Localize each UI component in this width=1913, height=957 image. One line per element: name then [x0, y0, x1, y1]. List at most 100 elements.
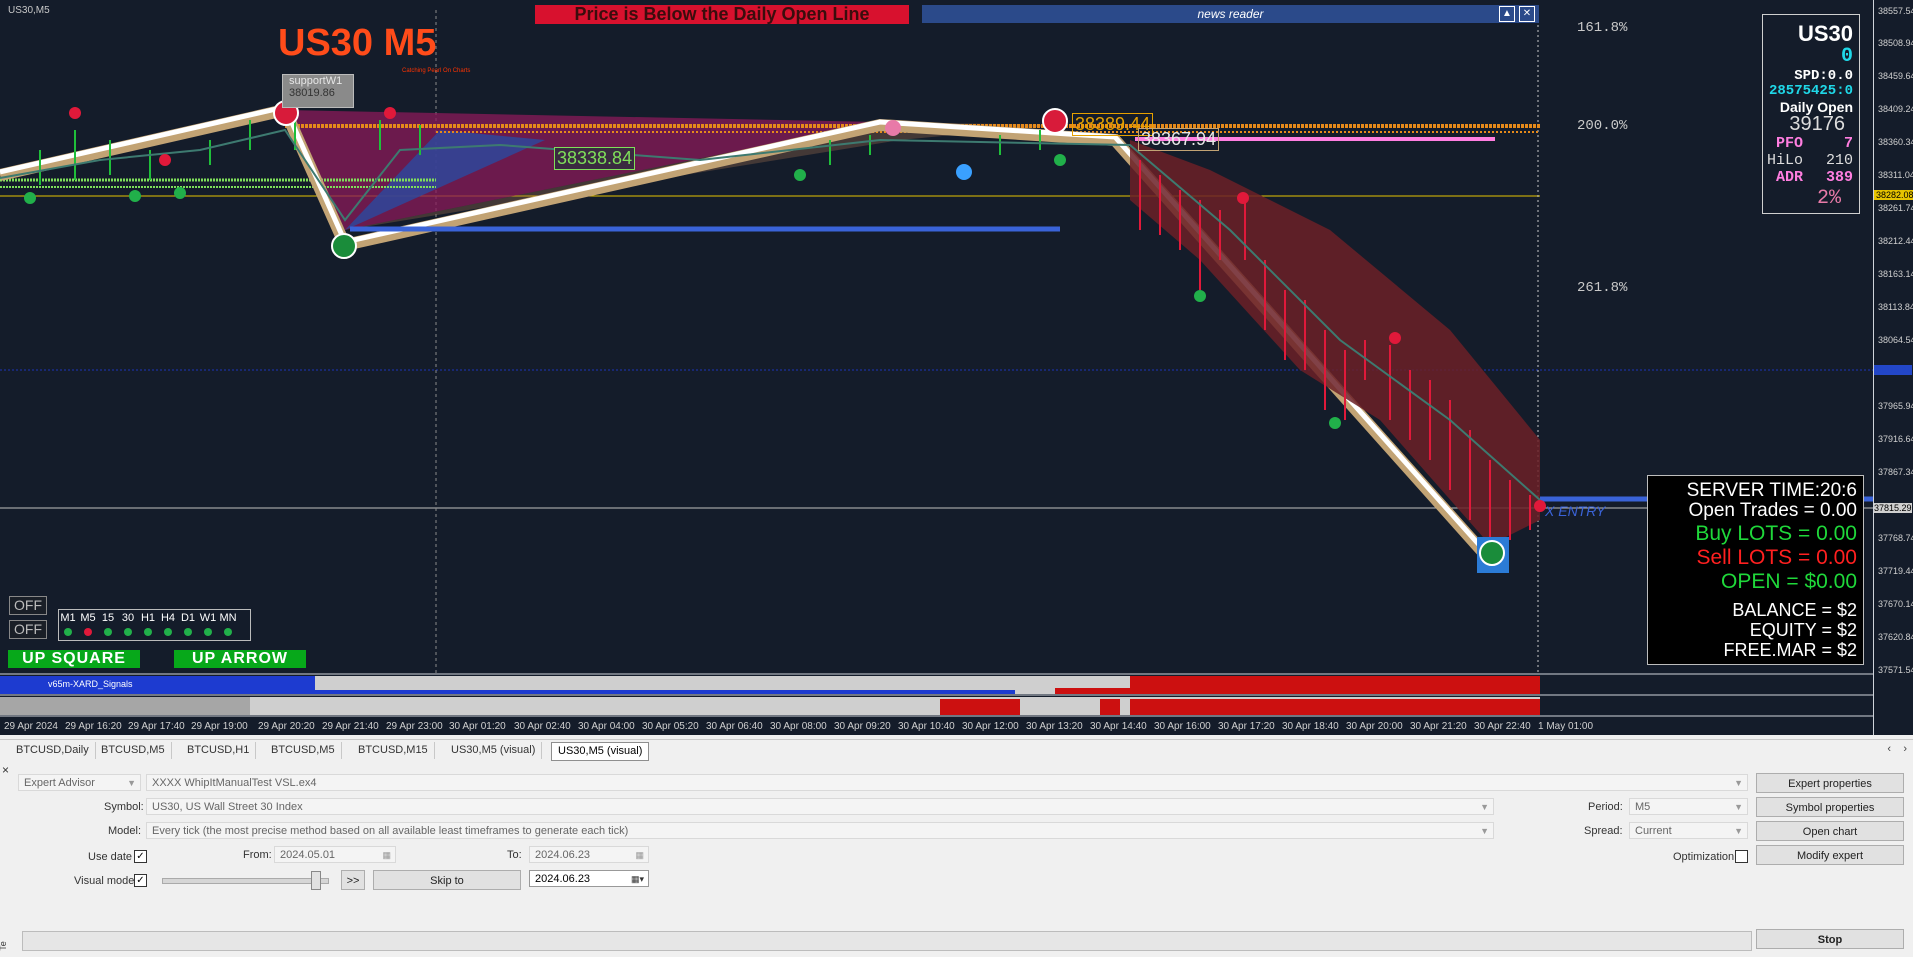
tab-scroll-right-icon[interactable]: ›	[1903, 743, 1907, 755]
symbol-properties-button[interactable]: Symbol properties	[1756, 797, 1904, 817]
chart-window[interactable]: US30,M5 US30 M5 Catching Pearl On Charts…	[0, 0, 1913, 735]
tf-w1[interactable]: W1	[198, 612, 218, 624]
tf-m5[interactable]: M5	[78, 612, 98, 624]
speed-slider-track[interactable]	[162, 878, 329, 884]
tab-us30-m5-visual-active[interactable]: US30,M5 (visual)	[551, 742, 650, 761]
chevron-down-icon: ▼	[1480, 802, 1489, 812]
tf-dot	[64, 628, 72, 636]
stop-button[interactable]: Stop	[1756, 929, 1904, 949]
from-date-input[interactable]: 2024.05.01 ▦	[274, 846, 396, 863]
y-tick: 38360.34	[1878, 137, 1913, 147]
to-date-value: 2024.06.23	[535, 849, 591, 861]
tf-h4[interactable]: H4	[158, 612, 178, 624]
up-arrow-button[interactable]: UP ARROW	[174, 650, 306, 668]
expert-select[interactable]: XXXX WhipItManualTest VSL.ex4 ▼	[146, 774, 1748, 791]
up-square-button[interactable]: UP SQUARE	[8, 650, 140, 668]
x-tick: 30 Apr 13:20	[1026, 721, 1083, 732]
price-axis: 38557.54 38508.94 38459.64 38409.24 3836…	[1873, 0, 1913, 735]
speed-slider-thumb[interactable]	[311, 871, 321, 890]
open-pl: OPEN = $0.00	[1721, 570, 1857, 593]
close-icon[interactable]: ✕	[1519, 6, 1535, 22]
from-label: From:	[243, 849, 272, 861]
buy-lots: Buy LOTS = 0.00	[1695, 522, 1857, 545]
x-tick: 29 Apr 23:00	[386, 721, 443, 732]
calendar-icon[interactable]: ▦	[382, 847, 391, 864]
skip-forward-button[interactable]: >>	[341, 870, 365, 890]
tf-d1[interactable]: D1	[178, 612, 198, 624]
tf-15[interactable]: 15	[98, 612, 118, 624]
x-tick: 29 Apr 20:20	[258, 721, 315, 732]
alert-banner: Price is Below the Daily Open Line	[535, 5, 909, 24]
y-tick: 37867.34	[1878, 467, 1913, 477]
news-reader-bar[interactable]: news reader ▲ ✕	[922, 5, 1539, 23]
calendar-icon[interactable]: ▦	[635, 847, 644, 864]
x-tick: 30 Apr 08:00	[770, 721, 827, 732]
y-tick: 38064.54	[1878, 335, 1913, 345]
price-chart[interactable]	[0, 0, 1873, 735]
tab-btcusd-h1[interactable]: BTCUSD,H1	[181, 742, 257, 759]
tab-us30-m5-visual[interactable]: US30,M5 (visual)	[445, 742, 543, 759]
tf-mn[interactable]: MN	[218, 612, 238, 624]
open-chart-button[interactable]: Open chart	[1756, 821, 1904, 841]
tester-close-icon[interactable]: ×	[2, 763, 9, 777]
tab-btcusd-m15[interactable]: BTCUSD,M15	[352, 742, 435, 759]
skip-date-input[interactable]: 2024.06.23 ▦▾	[529, 870, 649, 887]
visual-mode-checkbox[interactable]: ✓	[134, 874, 147, 887]
y-tick: 37620.84	[1878, 632, 1913, 642]
support-price: 38019.86	[289, 87, 335, 99]
spread-select[interactable]: Current ▼	[1629, 822, 1748, 839]
calendar-icon[interactable]: ▦▾	[631, 871, 644, 888]
x-tick: 1 May 01:00	[1538, 721, 1594, 732]
info-symbol: US30	[1797, 21, 1853, 46]
x-tick: 29 Apr 2024	[4, 721, 58, 732]
tab-scroll-left-icon[interactable]: ‹	[1887, 743, 1891, 755]
y-tick: 38163.14	[1878, 269, 1913, 279]
off-button-1[interactable]: OFF	[9, 596, 47, 615]
strategy-tester-panel: × Te Expert Advisor ▼ XXXX WhipItManualTe…	[0, 761, 1913, 957]
tf-30[interactable]: 30	[118, 612, 138, 624]
tab-btcusd-daily[interactable]: BTCUSD,Daily	[10, 742, 96, 759]
period-value: M5	[1635, 801, 1651, 813]
symbol-label: Symbol:	[104, 801, 144, 813]
collapse-icon[interactable]: ▲	[1499, 6, 1515, 22]
indicator-name: v65m-XARD_Signals	[48, 679, 133, 689]
use-date-label: Use date	[88, 851, 133, 863]
sell-lots: Sell LOTS = 0.00	[1696, 546, 1857, 569]
expert-properties-button[interactable]: Expert properties	[1756, 773, 1904, 793]
tf-dot	[204, 628, 212, 636]
timeframe-panel: M1 M5 15 30 H1 H4 D1 W1 MN	[58, 609, 251, 641]
x-tick: 30 Apr 04:00	[578, 721, 635, 732]
period-label: Period:	[1588, 801, 1623, 813]
y-tick-highlight: 38282.08	[1874, 190, 1913, 200]
tf-h1[interactable]: H1	[138, 612, 158, 624]
to-date-input[interactable]: 2024.06.23 ▦	[529, 846, 649, 863]
y-tick: 37768.74	[1878, 533, 1913, 543]
use-date-checkbox[interactable]: ✓	[134, 850, 147, 863]
tf-m1[interactable]: M1	[58, 612, 78, 624]
x-tick: 30 Apr 21:20	[1410, 721, 1467, 732]
info-hilo-label: HiLo	[1766, 152, 1803, 169]
to-label: To:	[507, 849, 522, 861]
x-tick: 30 Apr 02:40	[514, 721, 571, 732]
x-tick: 30 Apr 16:00	[1154, 721, 1211, 732]
modify-expert-button[interactable]: Modify expert	[1756, 845, 1904, 865]
info-pfo-label: PFO	[1775, 135, 1803, 152]
tab-btcusd-m5-2[interactable]: BTCUSD,M5	[265, 742, 342, 759]
x-tick: 29 Apr 19:00	[191, 721, 248, 732]
skip-to-button[interactable]: Skip to	[373, 870, 521, 890]
y-tick: 37916.64	[1878, 434, 1913, 444]
x-tick: 29 Apr 21:40	[322, 721, 379, 732]
from-date-value: 2024.05.01	[280, 849, 336, 861]
period-select[interactable]: M5 ▼	[1629, 798, 1748, 815]
tab-btcusd-m5[interactable]: BTCUSD,M5	[95, 742, 172, 759]
info-adr: 389	[1825, 169, 1853, 186]
visual-mode-label: Visual mode	[74, 875, 135, 887]
optimization-checkbox[interactable]	[1735, 850, 1748, 863]
balance: BALANCE = $2	[1732, 600, 1857, 620]
symbol-select[interactable]: US30, US Wall Street 30 Index ▼	[146, 798, 1494, 815]
model-select[interactable]: Every tick (the most precise method base…	[146, 822, 1494, 839]
model-value: Every tick (the most precise method base…	[152, 825, 629, 837]
mode-select[interactable]: Expert Advisor ▼	[18, 774, 141, 791]
off-button-2[interactable]: OFF	[9, 620, 47, 639]
info-adr-label: ADR	[1775, 169, 1803, 186]
